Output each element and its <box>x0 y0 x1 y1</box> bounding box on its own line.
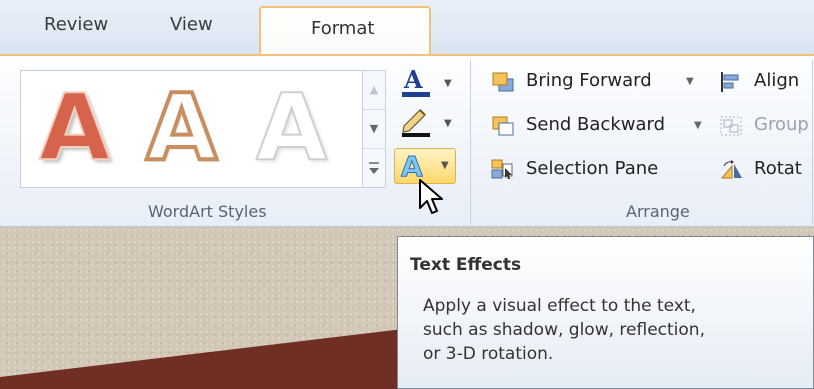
svg-text:A: A <box>403 66 423 94</box>
wordart-style-red[interactable]: A <box>38 73 111 183</box>
group-separator <box>812 60 813 224</box>
tooltip-line: Apply a visual effect to the text, <box>423 296 696 316</box>
gallery-scroll: ▲ ▼ <box>362 70 386 188</box>
arrange-group-label: Arrange <box>626 202 690 221</box>
rotate-icon <box>720 160 742 179</box>
align-label: Align <box>754 70 800 91</box>
selection-pane-icon <box>491 159 513 179</box>
send-backward-dropdown-icon[interactable]: ▼ <box>694 120 702 131</box>
selection-pane-label: Selection Pane <box>526 158 659 179</box>
bring-forward-dropdown-icon[interactable]: ▼ <box>686 76 694 87</box>
tab-view[interactable]: View <box>170 14 213 35</box>
tooltip-line: such as shadow, glow, reflection, <box>423 320 705 340</box>
tooltip-title: Text Effects <box>410 255 522 275</box>
bring-forward-label: Bring Forward <box>526 70 652 91</box>
wordart-styles-group-label: WordArt Styles <box>148 202 267 221</box>
gallery-more-icon[interactable] <box>363 149 385 187</box>
gallery-down-arrow-icon[interactable]: ▼ <box>363 110 385 149</box>
tooltip-description: Apply a visual effect to the text, such … <box>423 294 803 366</box>
ribbon-tab-bar: Review View Format <box>0 0 814 58</box>
text-fill-button[interactable]: A ▼ <box>398 65 458 102</box>
tab-format[interactable]: Format <box>259 6 431 58</box>
wordart-style-white[interactable]: A <box>255 73 328 183</box>
text-effects-dropdown-icon[interactable]: ▼ <box>441 160 449 171</box>
mouse-pointer-icon <box>419 179 443 214</box>
group-label: Group <box>754 114 809 135</box>
wordart-style-brown-outline[interactable]: A <box>144 72 219 183</box>
text-outline-dropdown-icon[interactable]: ▼ <box>444 118 452 129</box>
rotate-label: Rotat <box>754 158 802 179</box>
pencil-outline-icon <box>402 109 430 137</box>
group-icon <box>720 116 742 136</box>
ribbon-panel: A A A ▲ ▼ A ▼ ▼ A ▼ WordArt Styles Bring… <box>0 54 814 268</box>
bring-forward-icon <box>492 72 514 92</box>
align-icon <box>721 72 739 92</box>
tooltip-line: or 3-D rotation. <box>423 344 554 364</box>
text-outline-button[interactable]: ▼ <box>398 106 458 142</box>
send-backward-label: Send Backward <box>526 114 666 135</box>
text-fill-icon: A <box>402 65 430 97</box>
gallery-up-arrow-icon[interactable]: ▲ <box>363 71 385 110</box>
text-effects-tooltip: Text Effects Apply a visual effect to th… <box>397 236 814 389</box>
wordart-styles-gallery[interactable]: A A A <box>20 70 363 188</box>
group-separator <box>470 60 471 224</box>
tab-format-label: Format <box>311 18 375 39</box>
send-backward-icon <box>492 116 514 136</box>
text-fill-dropdown-icon[interactable]: ▼ <box>444 78 452 89</box>
tab-review[interactable]: Review <box>44 14 108 35</box>
